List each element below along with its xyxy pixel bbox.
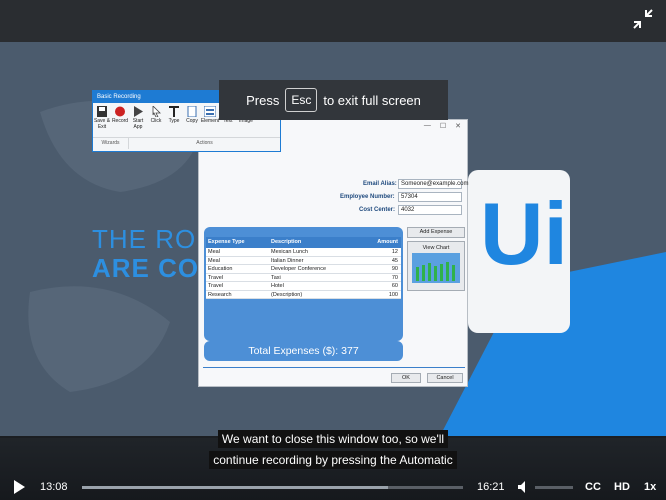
speed-button[interactable]: 1x [644,481,656,493]
caption-text: continue recording by pressing the Autom… [209,451,457,469]
table-row[interactable]: Education Developer Conference 90 [206,265,401,274]
type-icon [169,106,179,117]
uipath-logo-text: Ui [480,184,568,283]
table-cell: 12 [391,249,398,255]
table-cell: Education [208,266,233,272]
bar-chart-icon [412,253,460,283]
record-button[interactable]: Record [111,106,129,137]
group-label-actions: Actions [196,140,213,146]
type-button[interactable]: Type [165,106,183,137]
cursor-icon [152,106,161,117]
expense-table: Expense Type Description Amount Meal Mex… [206,237,401,299]
copy-icon [187,106,197,117]
table-cell: Taxi [271,274,281,281]
group-label-wizards: Wizards [93,138,129,149]
table-cell: Travel [208,274,224,281]
table-cell: 45 [391,257,398,264]
maximize-icon[interactable]: ☐ [440,122,446,130]
fullscreen-toast: Press Esc to exit full screen [219,80,448,120]
table-row[interactable]: Meal Mexican Lunch 12 [206,248,401,257]
copy-button[interactable]: Copy [183,106,201,137]
ok-button[interactable]: OK [391,373,421,383]
divider [203,367,465,368]
employee-number-label: Employee Number: [340,194,395,200]
tool-label: Start App [132,118,144,130]
tool-label: Click [150,118,162,124]
column-header[interactable]: Description [269,237,349,248]
toolbar-groups: Wizards Actions [93,137,280,149]
close-icon[interactable]: ✕ [455,122,461,130]
table-row[interactable]: Research (Description) 100 [206,290,401,299]
volume-slider[interactable] [535,486,573,489]
seek-progress [82,486,388,489]
table-cell: Mexican Lunch [271,249,308,255]
expense-report-window: — ☐ ✕ Email Alias: Someone@example.com E… [198,119,468,387]
table-cell: Research [208,291,232,298]
table-cell: 100 [388,291,398,298]
table-cell: Hotel [271,283,284,289]
table-cell: Developer Conference [271,266,327,272]
tool-label: Type [168,118,180,124]
save-icon [97,106,107,117]
volume-icon[interactable] [517,480,531,494]
table-row[interactable]: Meal Italian Dinner 45 [206,256,401,265]
table-cell: Travel [208,283,224,289]
recording-title-text: Basic Recording [97,94,141,100]
table-cell: (Description) [271,291,303,298]
play-icon [134,106,143,117]
table-header: Expense Type Description Amount [206,237,401,248]
table-cell: 60 [391,283,398,289]
record-icon [115,106,125,117]
caption-line-1: We want to close this window too, so we'… [0,430,666,448]
toast-suffix: to exit full screen [323,92,421,108]
table-cell: Meal [208,257,220,264]
background-headline-1: THE ROB [92,224,215,254]
email-field[interactable]: Someone@example.com [398,179,468,189]
video-player: THE ROB ARE COM Ui — ☐ ✕ Email Alias: So… [0,0,666,500]
toast-press: Press [246,92,280,108]
esc-key: Esc [285,88,318,112]
table-row[interactable]: Travel Hotel 60 [206,282,401,291]
seek-bar[interactable] [82,486,463,489]
cancel-button[interactable]: Cancel [427,373,463,383]
employee-number-field[interactable]: 57304 [398,192,462,202]
current-time: 13:08 [40,481,68,493]
table-cell: 70 [391,274,398,281]
save-exit-button[interactable]: Save & Exit [93,106,111,137]
element-icon [204,106,216,117]
total-expenses: Total Expenses ($): 377 [204,341,403,361]
top-bar [0,0,666,42]
tool-label: Copy [186,118,198,124]
cost-center-field[interactable]: 4032 [398,205,462,215]
play-button-icon[interactable] [12,480,26,494]
caption-text: We want to close this window too, so we'… [217,430,449,448]
column-header[interactable]: Expense Type [206,237,269,248]
table-row[interactable]: Travel Taxi 70 [206,273,401,282]
hd-button[interactable]: HD [614,481,630,493]
captions-button[interactable]: CC [585,481,601,493]
view-chart-label: View Chart [422,245,450,251]
start-app-button[interactable]: Start App [129,106,147,137]
add-expense-button[interactable]: Add Expense [407,227,465,238]
caption-line-2: continue recording by pressing the Autom… [0,451,666,469]
column-header[interactable]: Amount [349,237,401,248]
email-label: Email Alias: [363,181,397,187]
exit-fullscreen-icon[interactable] [632,8,654,30]
table-cell: Meal [208,249,220,255]
table-cell: Italian Dinner [271,257,304,264]
window-controls: — ☐ ✕ [424,122,461,130]
tool-label: Record [111,118,129,124]
minimize-icon[interactable]: — [424,122,431,130]
total-time: 16:21 [477,481,505,493]
video-frame[interactable]: THE ROB ARE COM Ui — ☐ ✕ Email Alias: So… [0,42,666,436]
click-button[interactable]: Click [147,106,165,137]
tool-label: Element [200,118,220,124]
tool-label: Save & Exit [93,118,111,130]
cost-center-label: Cost Center: [359,207,396,213]
table-cell: 90 [391,266,398,272]
view-chart-button[interactable]: View Chart [407,241,465,291]
element-button[interactable]: Element [201,106,219,137]
